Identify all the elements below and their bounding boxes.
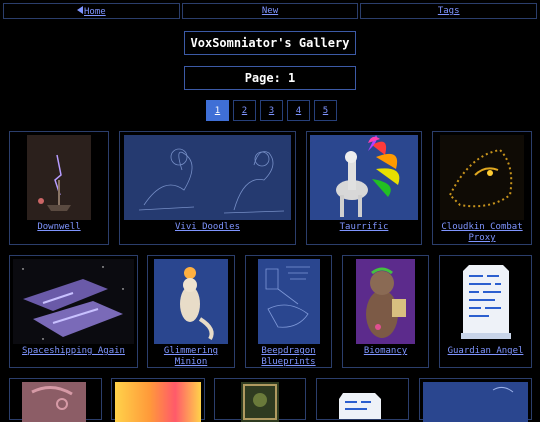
gallery-card-row3-3[interactable] bbox=[214, 378, 306, 422]
item-title-link[interactable]: Biomancy bbox=[343, 346, 428, 357]
cloudkin-art bbox=[440, 135, 524, 220]
glimmering-minion-art bbox=[154, 259, 228, 344]
thumbnail-glimmering-minion[interactable] bbox=[154, 259, 228, 344]
thumbnail-taurrific[interactable] bbox=[310, 135, 418, 220]
biomancy-art bbox=[356, 259, 415, 344]
gallery-card-biomancy[interactable]: Biomancy bbox=[342, 255, 429, 368]
nav-home-label: Home bbox=[83, 6, 106, 17]
nav-home[interactable]: Home bbox=[3, 3, 180, 19]
page-indicator: Page: 1 bbox=[184, 66, 356, 90]
thumbnail-spaceshipping-again[interactable] bbox=[13, 259, 134, 344]
thumbnail-vivi-doodles[interactable] bbox=[124, 135, 291, 220]
gallery-card-row3-2[interactable] bbox=[111, 378, 205, 422]
page-link-2[interactable]: 2 bbox=[233, 100, 256, 121]
row3-3-art bbox=[241, 382, 279, 422]
gallery-card-row3-1[interactable] bbox=[9, 378, 102, 422]
item-title-link[interactable]: Vivi Doodles bbox=[120, 222, 295, 233]
gallery-card-row3-5[interactable] bbox=[419, 378, 532, 422]
page-link-3[interactable]: 3 bbox=[260, 100, 283, 121]
nav-new[interactable]: New bbox=[181, 3, 359, 19]
guardian-angel-art bbox=[451, 259, 521, 344]
gallery-card-row3-4[interactable] bbox=[316, 378, 409, 420]
downwell-art bbox=[27, 135, 91, 220]
item-title-link[interactable]: Taurrific bbox=[307, 222, 421, 233]
vivi-doodles-art bbox=[124, 135, 291, 220]
spaceship-art bbox=[13, 259, 134, 344]
row3-5-art bbox=[423, 382, 528, 422]
beepdragon-art bbox=[258, 259, 320, 344]
page-link-1[interactable]: 1 bbox=[206, 100, 229, 121]
item-title-link[interactable]: Cloudkin Combat Proxy bbox=[433, 222, 531, 244]
thumbnail-row3-3[interactable] bbox=[241, 382, 279, 422]
gallery-card-spaceshipping-again[interactable]: Spaceshipping Again bbox=[9, 255, 138, 368]
thumbnail-row3-2[interactable] bbox=[115, 382, 201, 422]
gallery-card-guardian-angel[interactable]: Guardian Angel bbox=[439, 255, 532, 368]
gallery-card-vivi-doodles[interactable]: Vivi Doodles bbox=[119, 131, 296, 245]
top-nav: Home New Tags bbox=[3, 3, 538, 19]
taurrific-art bbox=[310, 135, 418, 220]
thumbnail-downwell[interactable] bbox=[27, 135, 91, 220]
thumbnail-cloudkin-combat-proxy[interactable] bbox=[440, 135, 524, 220]
gallery-card-downwell[interactable]: Downwell bbox=[9, 131, 109, 245]
thumbnail-guardian-angel[interactable] bbox=[451, 259, 521, 344]
item-title-link[interactable]: Beepdragon Blueprints bbox=[246, 346, 331, 368]
gallery-card-beepdragon-blueprints[interactable]: Beepdragon Blueprints bbox=[245, 255, 332, 368]
gallery-card-glimmering-minion[interactable]: Glimmering Minion bbox=[147, 255, 235, 368]
page-link-4[interactable]: 4 bbox=[287, 100, 310, 121]
thumbnail-row3-5[interactable] bbox=[423, 382, 528, 422]
thumbnail-biomancy[interactable] bbox=[356, 259, 415, 344]
row3-1-art bbox=[22, 382, 86, 422]
thumbnail-row3-1[interactable] bbox=[22, 382, 86, 422]
item-title-link[interactable]: Glimmering Minion bbox=[148, 346, 234, 368]
gallery-card-taurrific[interactable]: Taurrific bbox=[306, 131, 422, 245]
item-title-link[interactable]: Downwell bbox=[10, 222, 108, 233]
item-title-link[interactable]: Guardian Angel bbox=[440, 346, 531, 357]
row3-4-art bbox=[339, 393, 381, 419]
page-link-5[interactable]: 5 bbox=[314, 100, 337, 121]
thumbnail-row3-4[interactable] bbox=[335, 389, 385, 419]
item-title-link[interactable]: Spaceshipping Again bbox=[10, 346, 137, 357]
thumbnail-beepdragon-blueprints[interactable] bbox=[258, 259, 320, 344]
gallery-title: VoxSomniator's Gallery bbox=[184, 31, 356, 55]
nav-new-link[interactable]: New bbox=[262, 6, 278, 16]
nav-tags[interactable]: Tags bbox=[360, 3, 538, 19]
back-arrow-icon bbox=[76, 5, 83, 14]
gallery-card-cloudkin-combat-proxy[interactable]: Cloudkin Combat Proxy bbox=[432, 131, 532, 245]
nav-tags-link[interactable]: Tags bbox=[438, 6, 460, 16]
nav-home-link[interactable]: Home bbox=[76, 5, 106, 17]
pagination: 1 2 3 4 5 bbox=[206, 100, 341, 121]
